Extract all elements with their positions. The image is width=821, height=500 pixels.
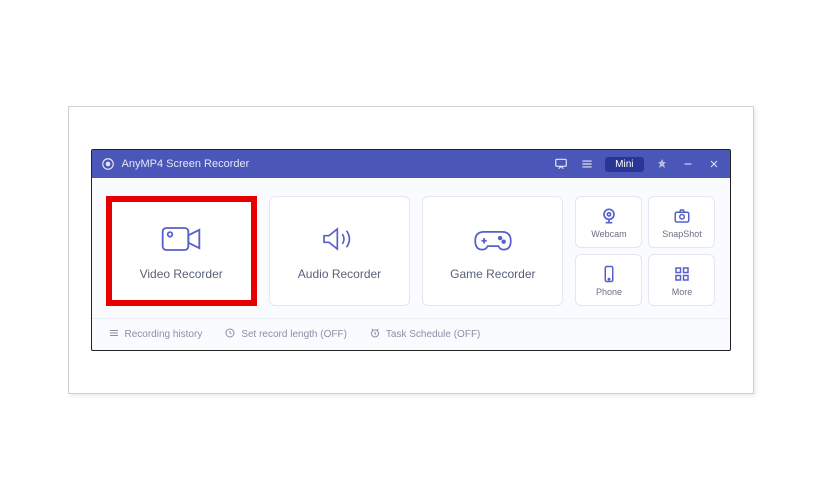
mini-mode-button[interactable]: Mini [605, 157, 643, 172]
feedback-icon[interactable] [553, 156, 569, 172]
list-icon [108, 327, 120, 342]
task-schedule-label: Task Schedule (OFF) [386, 329, 480, 340]
clock-icon [224, 327, 236, 342]
close-icon[interactable] [706, 156, 722, 172]
footer-bar: Recording history Set record length (OFF… [92, 318, 730, 350]
phone-icon [598, 264, 620, 284]
audio-recorder-card[interactable]: Audio Recorder [269, 196, 410, 306]
app-window: AnyMP4 Screen Recorder Mini [91, 149, 731, 351]
phone-label: Phone [596, 287, 622, 297]
more-tool[interactable]: More [648, 254, 715, 306]
audio-recorder-label: Audio Recorder [298, 267, 381, 281]
grid-icon [671, 264, 693, 284]
pin-icon[interactable] [654, 156, 670, 172]
video-recorder-label: Video Recorder [140, 267, 223, 281]
main-content: Video Recorder Audio Recorder [92, 178, 730, 318]
camera-icon [671, 206, 693, 226]
gamepad-icon [471, 221, 515, 257]
game-recorder-label: Game Recorder [450, 267, 535, 281]
task-schedule-link[interactable]: Task Schedule (OFF) [369, 327, 480, 342]
speaker-icon [317, 221, 361, 257]
tools-grid: Webcam SnapShot Phone [575, 196, 715, 306]
webcam-tool[interactable]: Webcam [575, 196, 642, 248]
game-recorder-card[interactable]: Game Recorder [422, 196, 563, 306]
titlebar: AnyMP4 Screen Recorder Mini [92, 150, 730, 178]
record-length-label: Set record length (OFF) [241, 329, 347, 340]
phone-tool[interactable]: Phone [575, 254, 642, 306]
minimize-icon[interactable] [680, 156, 696, 172]
screenshot-frame: AnyMP4 Screen Recorder Mini [68, 106, 754, 394]
record-length-link[interactable]: Set record length (OFF) [224, 327, 347, 342]
snapshot-tool[interactable]: SnapShot [648, 196, 715, 248]
recording-history-link[interactable]: Recording history [108, 327, 203, 342]
webcam-icon [598, 206, 620, 226]
alarm-icon [369, 327, 381, 342]
menu-icon[interactable] [579, 156, 595, 172]
video-recorder-card[interactable]: Video Recorder [106, 196, 257, 306]
snapshot-label: SnapShot [662, 229, 702, 239]
more-label: More [672, 287, 693, 297]
app-logo-icon [100, 156, 116, 172]
app-title: AnyMP4 Screen Recorder [122, 158, 250, 170]
recording-history-label: Recording history [125, 329, 203, 340]
webcam-label: Webcam [591, 229, 626, 239]
video-camera-icon [159, 221, 203, 257]
